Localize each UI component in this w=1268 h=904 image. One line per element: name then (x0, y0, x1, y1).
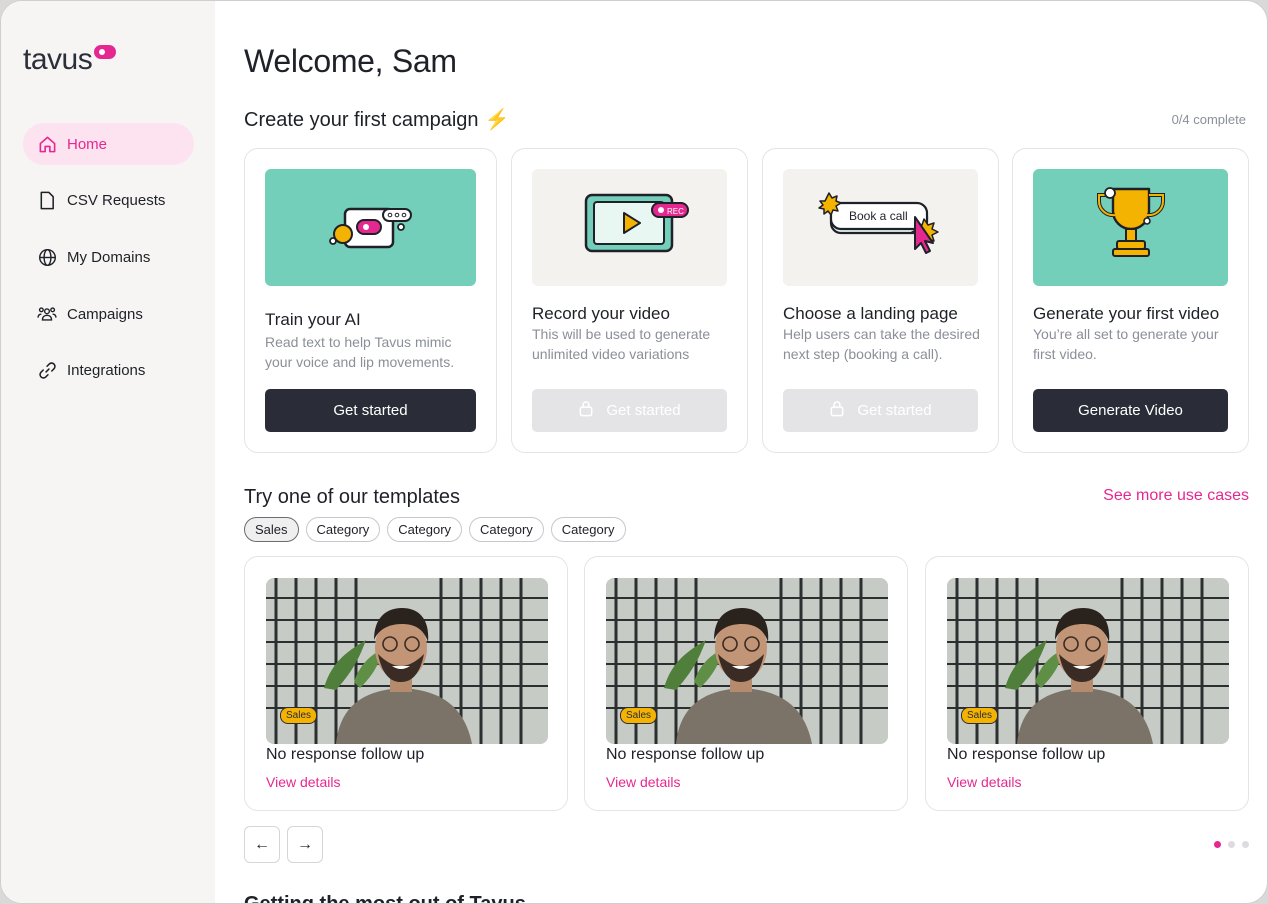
button-label: Get started (857, 402, 932, 419)
record-video-illustration: REC (532, 169, 727, 286)
sidebar-item-home[interactable]: Home (23, 123, 194, 165)
lock-icon (829, 400, 845, 421)
template-title: No response follow up (606, 746, 765, 763)
step-title: Record your video (532, 304, 670, 323)
template-card[interactable]: Sales No response follow up View details (584, 556, 908, 811)
sidebar-item-campaigns[interactable]: Campaigns (23, 293, 194, 335)
tavus-logo[interactable]: tavus (23, 43, 117, 77)
template-video-thumbnail[interactable]: Sales (947, 578, 1229, 744)
link-icon (37, 361, 57, 381)
step-card-landing-page: Book a call Choose a landing page Help u… (762, 148, 999, 453)
step-title: Train your AI (265, 310, 361, 329)
button-label: Generate Video (1078, 402, 1183, 419)
sidebar-item-label: CSV Requests (67, 192, 166, 210)
campaign-steps: Train your AI Read text to help Tavus mi… (244, 148, 1249, 453)
app-window: tavus Home CSV Requests My Domains Campa… (0, 0, 1268, 904)
lightning-icon: ⚡ (484, 109, 510, 131)
template-title: No response follow up (266, 746, 425, 763)
template-card[interactable]: Sales No response follow up View details (244, 556, 568, 811)
template-carousel: Sales No response follow up View details (244, 556, 1249, 811)
template-title: No response follow up (947, 746, 1106, 763)
chip-category[interactable]: Category (469, 517, 544, 542)
main-content: Welcome, Sam Create your first campaign ⚡… (244, 1, 1249, 903)
landing-page-illustration: Book a call (783, 169, 978, 286)
get-started-button-locked[interactable]: Get started (532, 389, 727, 432)
template-card[interactable]: Sales No response follow up View details (925, 556, 1249, 811)
template-video-thumbnail[interactable]: Sales (266, 578, 548, 744)
users-icon (37, 304, 57, 324)
step-desc-line1: Help users can take the desired (783, 326, 980, 342)
pagination-dot-active[interactable] (1214, 841, 1221, 848)
rec-badge-text: REC (667, 207, 684, 216)
home-icon (37, 134, 57, 154)
sidebar-item-csv-requests[interactable]: CSV Requests (23, 180, 194, 222)
chip-category[interactable]: Category (387, 517, 463, 542)
step-desc-line2: next step (booking a call). (783, 346, 943, 362)
pagination-dot[interactable] (1242, 841, 1249, 848)
carousel-pagination (1207, 841, 1249, 848)
template-video-thumbnail[interactable]: Sales (606, 578, 888, 744)
step-title: Choose a landing page (783, 304, 958, 323)
get-started-button-locked[interactable]: Get started (783, 389, 978, 432)
button-label: Get started (333, 402, 408, 419)
step-desc-line2: unlimited video variations (532, 346, 690, 362)
templates-section-title: Try one of our templates (244, 486, 461, 508)
step-desc-line1: This will be used to generate (532, 326, 711, 342)
sidebar-item-label: My Domains (67, 248, 151, 266)
button-label: Get started (606, 402, 681, 419)
book-a-call-text: Book a call (849, 209, 908, 223)
step-desc-line1: Read text to help Tavus mimic (265, 334, 452, 350)
get-started-button[interactable]: Get started (265, 389, 476, 432)
see-more-use-cases-link[interactable]: See more use cases (1103, 487, 1249, 505)
campaign-progress: 0/4 complete (1171, 112, 1246, 127)
arrow-right-icon: → (297, 835, 313, 853)
step-card-record-video: REC Record your video This will be used … (511, 148, 748, 453)
getting-started-section-title: Getting the most out of Tavus (244, 893, 526, 904)
globe-icon (37, 247, 57, 267)
step-title: Generate your first video (1033, 304, 1220, 323)
sidebar-item-label: Integrations (67, 362, 146, 380)
step-card-train-ai: Train your AI Read text to help Tavus mi… (244, 148, 497, 453)
sidebar-nav: Home CSV Requests My Domains Campaigns I… (23, 123, 194, 406)
campaign-title-text: Create your first campaign (244, 109, 479, 131)
template-tag-badge: Sales (961, 707, 999, 724)
chip-category[interactable]: Category (305, 517, 381, 542)
sidebar-item-my-domains[interactable]: My Domains (23, 236, 194, 278)
campaign-section-title: Create your first campaign ⚡ (244, 107, 509, 132)
sidebar: tavus Home CSV Requests My Domains Campa… (1, 1, 215, 903)
arrow-left-icon: ← (254, 835, 270, 853)
step-card-generate-video: Generate your first video You’re all set… (1012, 148, 1249, 453)
carousel-prev-button[interactable]: ← (244, 826, 280, 863)
view-details-link[interactable]: View details (947, 774, 1021, 790)
trophy-illustration (1033, 169, 1228, 286)
view-details-link[interactable]: View details (266, 774, 340, 790)
generate-video-button[interactable]: Generate Video (1033, 389, 1228, 432)
lock-icon (578, 400, 594, 421)
category-filter-chips: Sales Category Category Category Categor… (244, 517, 633, 542)
chip-category[interactable]: Category (550, 517, 626, 542)
logo-mark-icon (94, 45, 117, 59)
file-icon (37, 191, 57, 211)
template-tag-badge: Sales (280, 707, 318, 724)
carousel-next-button[interactable]: → (287, 826, 323, 863)
template-tag-badge: Sales (620, 707, 658, 724)
sidebar-item-label: Home (67, 135, 108, 153)
step-desc-line2: first video. (1033, 346, 1097, 362)
view-details-link[interactable]: View details (606, 774, 680, 790)
train-ai-illustration (265, 169, 476, 286)
chip-sales[interactable]: Sales (244, 517, 299, 542)
page-title: Welcome, Sam (244, 43, 457, 79)
logo-text: tavus (23, 43, 93, 76)
step-desc-line1: You’re all set to generate your (1033, 326, 1219, 342)
pagination-dot[interactable] (1228, 841, 1235, 848)
sidebar-item-label: Campaigns (67, 305, 143, 323)
step-desc-line2: your voice and lip movements. (265, 354, 455, 370)
sidebar-item-integrations[interactable]: Integrations (23, 350, 194, 392)
